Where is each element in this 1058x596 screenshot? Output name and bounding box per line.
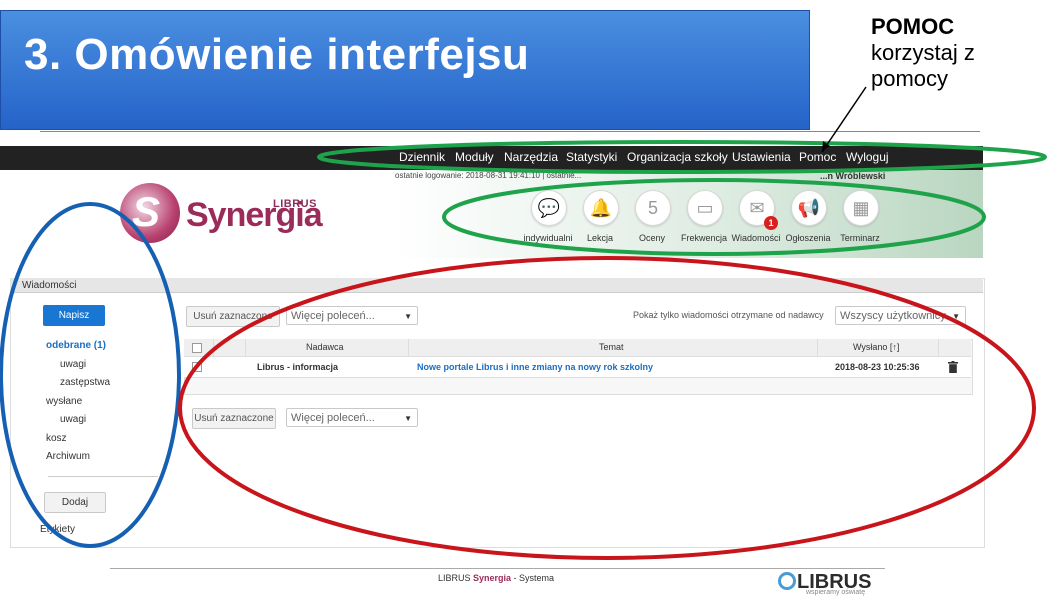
- attendance-icon[interactable]: ▭: [687, 190, 723, 226]
- user-name: ...n Wróblewski: [820, 171, 886, 181]
- megaphone-icon[interactable]: 📢: [791, 190, 827, 226]
- trash-icon[interactable]: [948, 361, 958, 373]
- nav-narzedzia[interactable]: Narzędzia: [504, 150, 558, 164]
- help-callout-line2: pomocy: [871, 66, 949, 91]
- sidebar-item-archive[interactable]: Archiwum: [46, 451, 90, 462]
- main-navbar: Dziennik Moduły Narzędzia Statystyki Org…: [0, 146, 983, 170]
- nav-pomoc[interactable]: Pomoc: [799, 150, 836, 164]
- slide-title: 3. Omówienie interfejsu: [24, 30, 530, 79]
- logo-librus-text: LIBRUS: [273, 198, 317, 210]
- column-header-sender[interactable]: Nadawca: [306, 342, 344, 352]
- sidebar-item-inbox-substitutions[interactable]: zastępstwa: [60, 377, 110, 388]
- sidebar-item-trash[interactable]: kosz: [46, 433, 67, 444]
- sidebar-item-sent-notes[interactable]: uwagi: [60, 414, 86, 425]
- more-commands-select-bottom-value: Więcej poleceń...: [291, 412, 375, 424]
- select-all-checkbox[interactable]: [192, 343, 202, 353]
- help-callout-title: POMOC: [871, 14, 955, 39]
- compose-button[interactable]: Napisz: [43, 305, 105, 326]
- chevron-down-icon: ▼: [404, 414, 412, 423]
- footer-divider: [110, 568, 885, 569]
- help-arrow-line: [821, 86, 867, 153]
- footer-text: LIBRUS Synergia - Systema: [438, 573, 554, 583]
- last-login-info: ostatnie logowanie: 2018-08-31 19:41:10 …: [395, 171, 582, 180]
- footer-text-synergia: Synergia: [473, 573, 512, 583]
- nav-dziennik[interactable]: Dziennik: [399, 150, 445, 164]
- sidebar-item-inbox[interactable]: odebrane (1): [46, 340, 106, 351]
- calendar-icon[interactable]: ▦: [843, 190, 879, 226]
- footer-text-c: - Systema: [511, 573, 555, 583]
- messages-panel-title: Wiadomości: [22, 280, 77, 291]
- sidebar-divider: [48, 476, 158, 477]
- messages-panel-header: [10, 278, 983, 293]
- row-sender: Librus - informacja: [257, 362, 339, 372]
- top-icon-label-terminarz: Terminarz: [840, 233, 880, 243]
- nav-wyloguj[interactable]: Wyloguj: [846, 150, 889, 164]
- browser-edge: [40, 131, 980, 138]
- sidebar-labels-heading: Etykiety: [40, 524, 76, 535]
- delete-selected-button-bottom[interactable]: Usuń zaznaczone: [192, 408, 276, 429]
- delete-selected-button-top[interactable]: Usuń zaznaczone: [186, 306, 280, 327]
- column-header-sent[interactable]: Wysłano [↑]: [853, 342, 899, 352]
- chevron-down-icon: ▼: [404, 312, 412, 321]
- nav-moduly[interactable]: Moduły: [455, 150, 494, 164]
- column-header-subject[interactable]: Temat: [599, 342, 624, 352]
- sender-filter-select[interactable]: Wszyscy użytkownicy ▼: [835, 306, 966, 325]
- more-commands-select-top[interactable]: Więcej poleceń... ▼: [286, 306, 418, 325]
- footer-text-a: LIBRUS: [438, 573, 474, 583]
- chat-icon[interactable]: 💬: [531, 190, 567, 226]
- nav-ustawienia[interactable]: Ustawienia: [732, 150, 791, 164]
- sender-filter-select-value: Wszyscy użytkownicy: [840, 310, 946, 322]
- nav-organizacja-szkoly[interactable]: Organizacja szkoły: [627, 150, 728, 164]
- help-callout: POMOC korzystaj z pomocy: [871, 14, 1051, 92]
- sidebar-item-sent[interactable]: wysłane: [46, 396, 82, 407]
- sidebar-item-inbox-notes[interactable]: uwagi: [60, 359, 86, 370]
- unread-messages-badge: 1: [764, 216, 778, 230]
- add-label-button[interactable]: Dodaj: [44, 492, 106, 513]
- more-commands-select-bottom[interactable]: Więcej poleceń... ▼: [286, 408, 418, 427]
- logo-s-mark: S: [132, 188, 161, 235]
- sender-filter-label: Pokaż tylko wiadomości otrzymane od nada…: [633, 310, 824, 320]
- row-subject-link[interactable]: Nowe portale Librus i inne zmiany na now…: [417, 362, 653, 372]
- row-checkbox[interactable]: [192, 362, 202, 372]
- row-sent-date: 2018-08-23 10:25:36: [835, 362, 920, 372]
- chevron-down-icon: ▼: [952, 312, 960, 321]
- nav-statystyki[interactable]: Statystyki: [566, 150, 617, 164]
- more-commands-select-top-value: Więcej poleceń...: [291, 310, 375, 322]
- help-callout-line1: korzystaj z: [871, 40, 975, 65]
- grade-icon[interactable]: 5: [635, 190, 671, 226]
- bell-icon[interactable]: 🔔: [583, 190, 619, 226]
- librus-logo-icon: [778, 572, 796, 590]
